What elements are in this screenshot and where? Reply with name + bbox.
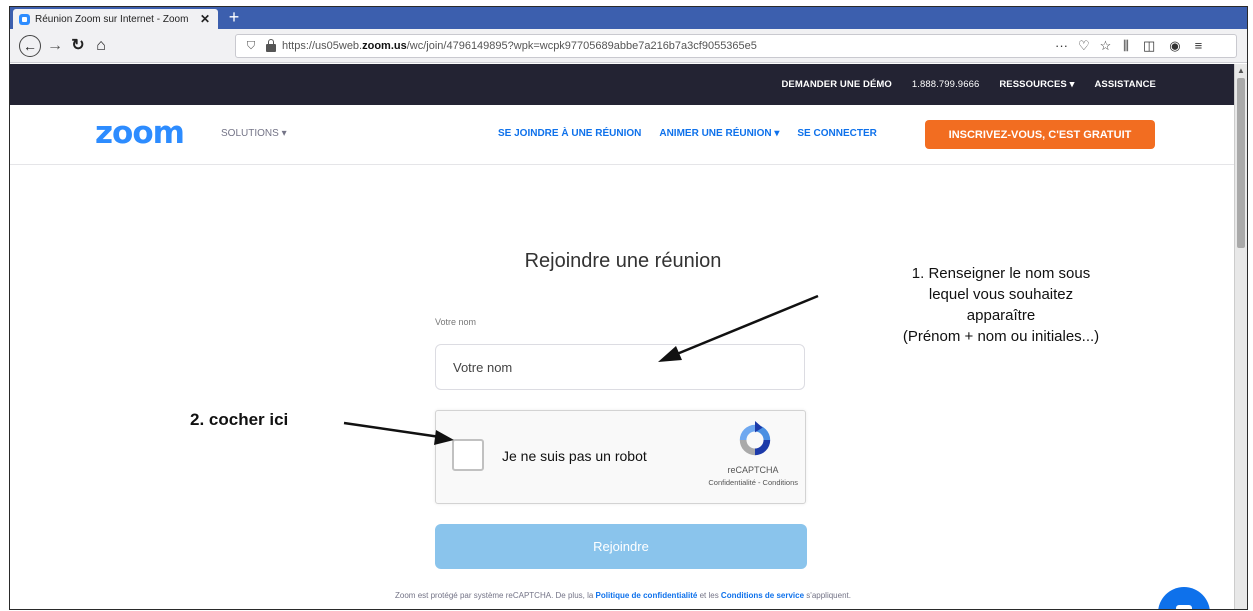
tab-strip: Réunion Zoom sur Internet - Zoom ✕ +: [10, 7, 1247, 29]
footer-note: Zoom est protégé par système reCAPTCHA. …: [10, 591, 1236, 600]
captcha-label: Je ne suis pas un robot: [502, 448, 647, 464]
annotation-step-1-line-4: (Prénom + nom ou initiales...): [902, 328, 1100, 345]
zoom-logo[interactable]: zoom: [95, 115, 185, 151]
footer-text-middle: et les: [697, 591, 721, 600]
page-actions-icon[interactable]: ···: [1055, 38, 1068, 54]
close-tab-icon[interactable]: ✕: [198, 12, 212, 26]
assistance-link[interactable]: ASSISTANCE: [1094, 79, 1156, 90]
annotation-step-1-line-2: lequel vous souhaitez: [928, 286, 1074, 303]
bookmark-star-icon[interactable]: ☆: [1100, 38, 1112, 54]
join-button[interactable]: Rejoindre: [435, 524, 807, 569]
lock-icon[interactable]: [266, 38, 276, 52]
annotation-step-2: 2. cocher ici: [190, 410, 289, 429]
tab-title: Réunion Zoom sur Internet - Zoom: [35, 13, 189, 25]
request-demo-link[interactable]: DEMANDER UNE DÉMO: [781, 79, 891, 90]
signup-button[interactable]: INSCRIVEZ-VOUS, C'EST GRATUIT: [925, 120, 1155, 149]
recaptcha-brand: reCAPTCHA: [727, 465, 779, 475]
name-label: Votre nom: [435, 317, 477, 327]
recaptcha-icon: [739, 421, 771, 456]
resources-menu[interactable]: RESSOURCES ▾: [999, 79, 1074, 90]
join-meeting-link[interactable]: SE JOINDRE À UNE RÉUNION: [498, 128, 641, 139]
sidebar-icon[interactable]: ◫: [1143, 38, 1155, 54]
new-tab-button[interactable]: +: [223, 7, 245, 29]
phone-number[interactable]: 1.888.799.9666: [912, 79, 979, 90]
footer-text-end: s'appliquent.: [804, 591, 851, 600]
name-input[interactable]: [435, 344, 805, 390]
footer-text: Zoom est protégé par système reCAPTCHA. …: [395, 591, 596, 600]
pocket-icon[interactable]: ♡: [1078, 38, 1090, 54]
terms-link[interactable]: Conditions de service: [721, 591, 804, 600]
browser-tab[interactable]: Réunion Zoom sur Internet - Zoom ✕: [13, 9, 218, 29]
page-scrollbar[interactable]: ▲: [1234, 64, 1247, 609]
recaptcha-links[interactable]: Confidentialité - Conditions: [668, 478, 798, 487]
annotation-step-1-line-1: 1. Renseigner le nom sous: [911, 265, 1091, 282]
scrollbar-thumb[interactable]: [1237, 78, 1245, 248]
privacy-policy-link[interactable]: Politique de confidentialité: [596, 591, 698, 600]
solutions-menu[interactable]: SOLUTIONS ▾: [221, 128, 287, 139]
library-icon[interactable]: ⫼: [1123, 38, 1129, 54]
menu-icon[interactable]: ≡: [1195, 38, 1203, 54]
zoom-top-bar: DEMANDER UNE DÉMO 1.888.799.9666 RESSOUR…: [10, 64, 1236, 105]
forward-icon[interactable]: →: [45, 36, 65, 56]
zoom-main-nav: zoom SOLUTIONS ▾ SE JOINDRE À UNE RÉUNIO…: [10, 105, 1236, 165]
host-meeting-menu[interactable]: ANIMER UNE RÉUNION ▾: [659, 128, 779, 139]
not-robot-checkbox[interactable]: [452, 439, 484, 471]
annotation-step-1-line-3: apparaître: [966, 307, 1036, 324]
toolbar-icons: ⫼ ◫ ◉ ≡: [1123, 38, 1202, 54]
shield-icon[interactable]: ⛉: [242, 40, 260, 53]
nav-links: SE JOINDRE À UNE RÉUNION ANIMER UNE RÉUN…: [498, 128, 877, 139]
scroll-up-icon[interactable]: ▲: [1237, 66, 1245, 75]
back-icon[interactable]: ←: [19, 35, 41, 57]
url-actions: ··· ♡ ☆: [1055, 38, 1111, 54]
zoom-favicon-icon: [19, 13, 30, 25]
browser-toolbar: ← → ↻ ⌂ ⛉ https://us05web.zoom.us/wc/joi…: [10, 29, 1247, 63]
reload-icon[interactable]: ↻: [68, 36, 88, 56]
annotation-step-1: 1. Renseigner le nom sous lequel vous so…: [845, 263, 1157, 347]
recaptcha-widget: Je ne suis pas un robot reCAPTCHA Confid…: [435, 410, 806, 504]
sign-in-link[interactable]: SE CONNECTER: [797, 128, 876, 139]
home-icon[interactable]: ⌂: [91, 36, 111, 56]
account-icon[interactable]: ◉: [1169, 38, 1180, 54]
